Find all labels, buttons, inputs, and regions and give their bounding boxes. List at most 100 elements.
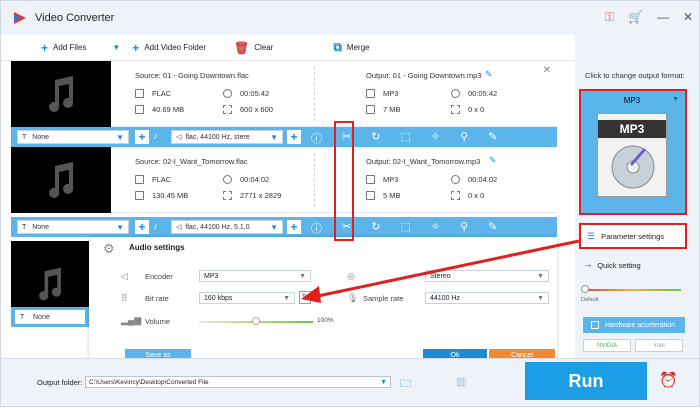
rename-pencil-icon[interactable]: ✎ <box>489 155 497 166</box>
subtitle-value: None <box>32 223 50 231</box>
default-label: Default <box>581 297 599 303</box>
bitrate-icon: ⠿ <box>121 293 128 303</box>
resolution-icon <box>451 105 460 114</box>
folder-icon[interactable]: 🗀 <box>400 375 411 394</box>
subtitle-select[interactable]: T None ▼ <box>17 130 129 144</box>
subtitle-select[interactable]: T None <box>15 310 85 324</box>
info-icon[interactable]: ⓘ <box>311 130 322 146</box>
clock-icon <box>223 89 232 98</box>
channel-value: Stereo <box>430 272 451 280</box>
clear-button[interactable]: 🗑 Clear <box>234 41 273 55</box>
src-resolution-value: 2771 x 2829 <box>240 191 282 200</box>
chevron-down-icon: ▼ <box>299 272 306 280</box>
close-icon[interactable]: ✕ <box>683 10 693 25</box>
effects-wand-icon[interactable]: ✧ <box>431 130 440 146</box>
format-icon <box>366 175 375 184</box>
run-button[interactable]: Run <box>525 362 647 400</box>
out-duration: 00:05:42 <box>451 89 497 98</box>
output-folder-select[interactable]: C:\Users\Kevincy\Desktop\Converted File … <box>85 376 391 388</box>
chevron-down-icon: ▼ <box>537 272 544 280</box>
effects-wand-icon[interactable]: ✧ <box>431 220 440 236</box>
source-title: Source: 02-I_Want_Tomorrow.flac <box>135 157 248 166</box>
audio-track-select[interactable]: ◁ flac, 44100 Hz, stere ▼ <box>171 130 283 144</box>
channel-icon: ◎ <box>347 271 355 281</box>
out-format-value: MP3 <box>383 89 399 98</box>
open-output-icon[interactable]: ▥ <box>456 375 466 388</box>
format-icon <box>135 175 144 184</box>
size-icon <box>366 191 375 200</box>
volume-slider[interactable] <box>199 317 313 325</box>
bitrate-select[interactable]: 160 kbps ▼ <box>199 292 295 304</box>
out-duration-value: 00:04:02 <box>468 175 498 184</box>
quality-slider-knob[interactable] <box>581 285 589 293</box>
minimize-icon[interactable]: — <box>657 10 669 25</box>
parameter-settings-highlight <box>579 223 687 249</box>
app-title: Video Converter <box>35 12 115 24</box>
out-resolution-value: 0 x 0 <box>468 105 485 114</box>
src-size-value: 40.69 MB <box>152 105 185 114</box>
crop-icon[interactable]: ⬚ <box>400 220 410 236</box>
edit-icon[interactable]: ✎ <box>488 130 497 146</box>
add-video-folder-button[interactable]: + Add Video Folder <box>132 41 206 55</box>
speaker-icon: ◁ <box>121 271 128 281</box>
remove-file-icon[interactable]: ✕ <box>543 65 551 76</box>
info-icon[interactable]: ⓘ <box>311 220 322 236</box>
rename-pencil-icon[interactable]: ✎ <box>485 69 493 80</box>
alarm-clock-icon[interactable]: ⏰ <box>659 371 678 389</box>
format-icon <box>366 89 375 98</box>
add-files-button[interactable]: + Add Files <box>41 41 86 55</box>
add-audio-button[interactable]: + <box>287 220 301 234</box>
file-edit-bar: T None ▼ + ♪ ◁ flac, 44100 Hz, 5.1,0 ▼ +… <box>11 217 557 237</box>
cart-icon[interactable]: 🛒 <box>628 10 643 25</box>
add-audio-button[interactable]: + <box>287 130 301 144</box>
rotate-icon[interactable]: ↻ <box>371 130 380 146</box>
add-files-dropdown-icon[interactable]: ▼ <box>112 43 120 52</box>
file-edit-bar: T None <box>11 307 89 327</box>
watermark-stamp-icon[interactable]: ⚲ <box>460 220 468 236</box>
subtitle-select[interactable]: T None ▼ <box>17 220 129 234</box>
out-size-value: 7 MB <box>383 105 401 114</box>
watermark-stamp-icon[interactable]: ⚲ <box>460 130 468 146</box>
app-window: Video Converter ⚿ 🛒 — ✕ + Add Files ▼ + … <box>0 0 700 407</box>
output-folder-label: Output folder: <box>37 378 83 387</box>
src-resolution: 600 x 600 <box>223 105 273 114</box>
audio-track-select[interactable]: ◁ flac, 44100 Hz, 5.1,0 ▼ <box>171 220 283 234</box>
edit-icon[interactable]: ✎ <box>488 220 497 236</box>
clear-label: Clear <box>254 43 274 52</box>
volume-slider-knob[interactable] <box>252 317 260 325</box>
add-subtitle-button[interactable]: + <box>135 130 149 144</box>
speaker-icon: ◁ <box>176 224 182 231</box>
divider <box>314 153 315 207</box>
subtitle-icon: T <box>22 223 27 231</box>
hardware-acceleration-label: Hardware acceleration <box>605 321 676 329</box>
encoder-value: MP3 <box>204 272 219 280</box>
gpu-vendors: NVIDIA Intel <box>583 339 683 352</box>
out-duration: 00:04:02 <box>451 175 497 184</box>
rotate-icon[interactable]: ↻ <box>371 220 380 236</box>
volume-value: 100% <box>317 317 334 324</box>
edit-bitrate-icon[interactable]: ✎ <box>299 291 311 304</box>
sample-rate-select[interactable]: 44100 Hz ▼ <box>425 292 549 304</box>
quality-slider[interactable] <box>581 285 681 293</box>
music-note-icon <box>49 76 74 112</box>
add-subtitle-button[interactable]: + <box>135 220 149 234</box>
key-icon[interactable]: ⚿ <box>605 10 614 25</box>
scissors-highlight <box>334 121 354 241</box>
src-duration: 00:04:02 <box>223 175 269 184</box>
music-note-icon <box>39 267 61 301</box>
title-bar: Video Converter ⚿ 🛒 — ✕ <box>1 1 699 35</box>
output-folder-path: C:\Users\Kevincy\Desktop\Converted File <box>89 378 209 386</box>
add-files-label: Add Files <box>53 43 87 52</box>
hardware-acceleration-button[interactable]: Hardware acceleration <box>583 317 685 333</box>
out-format-value: MP3 <box>383 175 399 184</box>
out-resolution: 0 x 0 <box>451 191 484 200</box>
chevron-down-icon: ▼ <box>380 378 387 386</box>
channel-select[interactable]: Stereo ▼ <box>425 270 549 282</box>
src-size: 40.69 MB <box>135 105 184 114</box>
encoder-select[interactable]: MP3 ▼ <box>199 270 311 282</box>
merge-button[interactable]: ⧉ Merge <box>333 40 369 55</box>
output-format-label: Click to change output format: <box>585 71 685 80</box>
crop-icon[interactable]: ⬚ <box>400 130 410 146</box>
resolution-icon <box>223 191 232 200</box>
output-title: Output: 01 - Going Downtown.mp3 <box>366 71 482 80</box>
